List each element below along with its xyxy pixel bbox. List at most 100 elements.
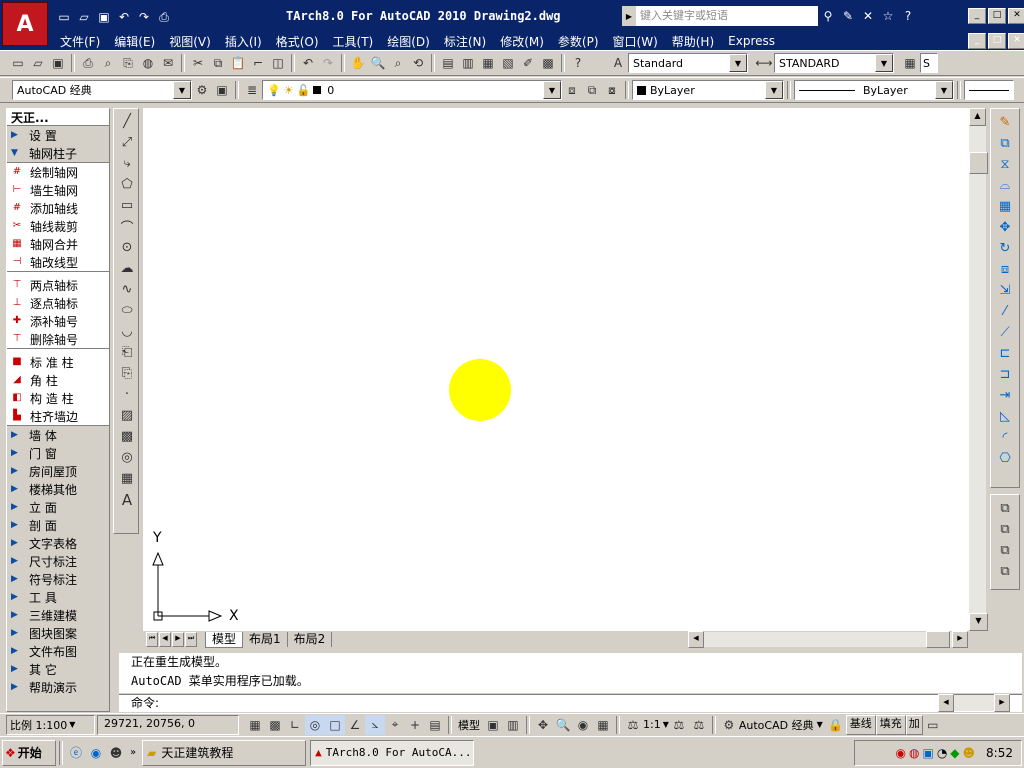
quicklaunch-ie-icon[interactable]: ⓔ [66, 743, 86, 763]
move-icon[interactable]: ✥ [994, 217, 1016, 238]
undo-toolbar-icon[interactable]: ↶ [298, 53, 318, 73]
table-style-icon[interactable]: ▦ [900, 53, 920, 73]
gradient-icon[interactable]: ▩ [116, 426, 138, 447]
join-icon[interactable]: ⇥ [994, 385, 1016, 406]
send-under-icon[interactable]: ⧉ [994, 561, 1016, 582]
tab-layout1[interactable]: 布局1 [243, 632, 288, 647]
yellow-circle[interactable] [449, 359, 511, 421]
tool-palettes-icon[interactable]: ▦ [478, 53, 498, 73]
canvas-horizontal-scrollbar[interactable]: ◀ ▶ [688, 631, 968, 648]
menu-item[interactable]: 帮助(H) [672, 33, 714, 50]
clean-screen-icon[interactable]: ▭ [923, 715, 943, 735]
taskbar-app-button[interactable]: ▲ TArch8.0 For AutoCA... [310, 739, 475, 766]
multiline-text-icon[interactable]: A [116, 489, 138, 510]
sheet-set-icon[interactable]: ▧ [498, 53, 518, 73]
tianzheng-category[interactable]: ▶ 门 窗 [7, 444, 109, 462]
extend-icon[interactable]: ⟋ [994, 322, 1016, 343]
redo-icon[interactable]: ↷ [134, 7, 154, 27]
scroll-down-icon[interactable]: ▼ [969, 613, 988, 631]
close-icon[interactable]: ✕ [1008, 8, 1024, 24]
etransmit-icon[interactable]: ✉ [158, 53, 178, 73]
scroll-up-icon[interactable]: ▲ [969, 108, 986, 126]
workspace-select[interactable]: AutoCAD 经典 ▼ [12, 80, 192, 100]
menu-item[interactable]: 标注(N) [444, 33, 486, 50]
region-icon[interactable]: ◎ [116, 447, 138, 468]
tianzheng-command[interactable]: ▙ 柱齐墙边 [7, 407, 109, 425]
qnew-icon[interactable]: ▭ [8, 53, 28, 73]
color-select[interactable]: ByLayer ▼ [632, 80, 784, 100]
print-preview-icon[interactable]: ⌕ [98, 53, 118, 73]
ortho-icon[interactable]: ∟ [285, 715, 305, 735]
grid-icon[interactable]: ▩ [265, 715, 285, 735]
scroll-left-icon[interactable]: ◀ [688, 631, 704, 648]
tianzheng-command[interactable]: ⊣ 轴改线型 [7, 253, 109, 271]
tray-network-icon[interactable]: ▣ [922, 746, 933, 760]
zoom-window-icon[interactable]: ⌕ [388, 53, 408, 73]
tianzheng-command[interactable]: ✚ 添补轴号 [7, 312, 109, 330]
minimize-icon[interactable]: _ [968, 8, 986, 24]
tianzheng-category[interactable]: ▶ 楼梯其他 [7, 480, 109, 498]
text-style-icon[interactable]: A [608, 53, 628, 73]
trim-icon[interactable]: ⁄ [994, 301, 1016, 322]
quick-properties-icon[interactable]: ▤ [425, 715, 445, 735]
tianzheng-command[interactable]: ◢ 角 柱 [7, 371, 109, 389]
application-menu-button[interactable]: A [2, 2, 48, 46]
tianzheng-category[interactable]: ▶ 剖 面 [7, 516, 109, 534]
tianzheng-category[interactable]: ▶ 图块图案 [7, 624, 109, 642]
steering-wheel-icon[interactable]: ◉ [573, 715, 593, 735]
menu-item[interactable]: 参数(P) [558, 33, 599, 50]
mirror-icon[interactable]: ⧖ [994, 154, 1016, 175]
canvas-vertical-scrollbar[interactable]: ▲ ▼ [969, 108, 988, 631]
construction-line-icon[interactable]: ⤢ [116, 132, 138, 153]
markup-icon[interactable]: ✐ [518, 53, 538, 73]
tray-app-icon[interactable]: ◍ [909, 746, 919, 760]
first-tab-icon[interactable]: ⏮ [146, 632, 158, 647]
array-icon[interactable]: ▦ [994, 196, 1016, 217]
polar-icon[interactable]: ◎ [305, 714, 325, 735]
save-icon[interactable]: ▣ [94, 7, 114, 27]
make-block-icon[interactable]: ⎘ [116, 363, 138, 384]
break-icon[interactable]: ⊐ [994, 364, 1016, 385]
subscription-icon[interactable]: ✎ [838, 6, 858, 26]
search-input[interactable]: 键入关键字或短语 [636, 6, 818, 26]
ellipse-arc-icon[interactable]: ◡ [116, 321, 138, 342]
break-at-point-icon[interactable]: ⊏ [994, 343, 1016, 364]
open-icon[interactable]: ▱ [74, 7, 94, 27]
offset-icon[interactable]: ⌓ [994, 175, 1016, 196]
start-button[interactable]: ❖ 开始 [2, 739, 56, 766]
tianzheng-command[interactable]: ■ 标 准 柱 [7, 353, 109, 371]
plot-icon[interactable]: ⎙ [154, 7, 174, 27]
copy-object-icon[interactable]: ⧉ [994, 133, 1016, 154]
spline-icon[interactable]: ∿ [116, 279, 138, 300]
arc-icon[interactable]: ⌒ [116, 216, 138, 237]
match-properties-icon[interactable]: ⌐ [248, 53, 268, 73]
drawing-canvas[interactable]: Y X [143, 108, 969, 631]
tianzheng-command[interactable]: ◧ 构 造 柱 [7, 389, 109, 407]
tianzheng-command[interactable]: ⊢ 墙生轴网 [7, 181, 109, 199]
3d-dwf-icon[interactable]: ◍ [138, 53, 158, 73]
tianzheng-category[interactable]: ▼ 轴网柱子 [7, 144, 109, 162]
tianzheng-command[interactable]: ✂ 轴线裁剪 [7, 217, 109, 235]
tianzheng-category[interactable]: ▶ 工 具 [7, 588, 109, 606]
tianzheng-category[interactable]: ▶ 文件布图 [7, 642, 109, 660]
coordinates-readout[interactable]: 29721, 20756, 0 [97, 714, 239, 735]
layer-state-icon[interactable]: ⧇ [602, 80, 622, 100]
menu-item[interactable]: 格式(O) [276, 33, 319, 50]
command-input[interactable]: 命令: [119, 694, 1022, 712]
last-tab-icon[interactable]: ⏭ [185, 632, 197, 647]
publish-icon[interactable]: ⎘ [118, 53, 138, 73]
tianzheng-command[interactable]: ⊤ 删除轴号 [7, 330, 109, 348]
linetype-select[interactable]: ByLayer ▼ [794, 80, 954, 100]
tray-antivirus-icon[interactable]: ◉ [896, 746, 906, 760]
baseline-button[interactable]: 基线 [845, 714, 876, 735]
paste-icon[interactable]: 📋 [228, 53, 248, 73]
stretch-icon[interactable]: ⇲ [994, 280, 1016, 301]
tianzheng-category[interactable]: ▶ 文字表格 [7, 534, 109, 552]
menu-item[interactable]: 窗口(W) [613, 33, 658, 50]
lineweight-icon[interactable]: + [405, 715, 425, 735]
block-editor-icon[interactable]: ◫ [268, 53, 288, 73]
rotate-icon[interactable]: ↻ [994, 238, 1016, 259]
hatch-icon[interactable]: ▨ [116, 405, 138, 426]
binoculars-icon[interactable]: ⚲ [818, 6, 838, 26]
tianzheng-category[interactable]: ▶ 立 面 [7, 498, 109, 516]
